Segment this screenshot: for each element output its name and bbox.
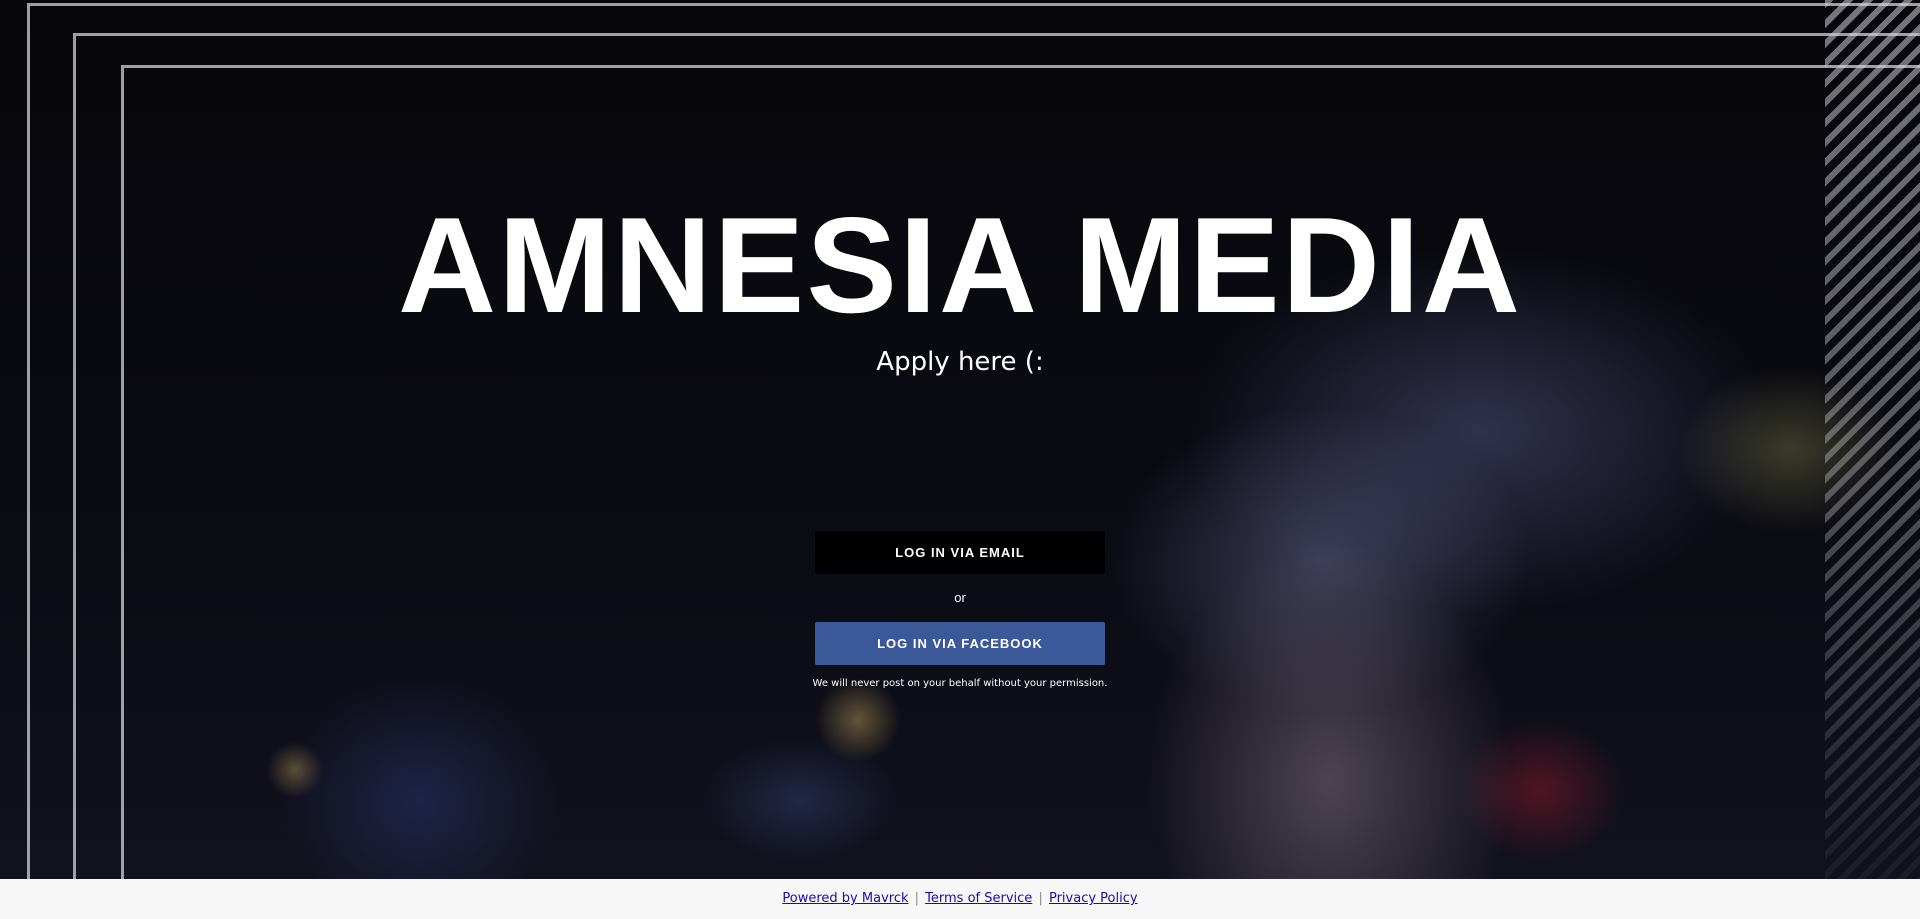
footer-separator: | <box>914 891 920 906</box>
hero-background: AMNESIA MEDIA Apply here (: LOG IN VIA E… <box>0 0 1920 879</box>
login-email-button[interactable]: LOG IN VIA EMAIL <box>815 531 1105 574</box>
or-divider-text: or <box>954 590 966 605</box>
decorative-frame-inner <box>121 65 1920 879</box>
permission-disclaimer: We will never post on your behalf withou… <box>812 678 1108 689</box>
page-title: AMNESIA MEDIA <box>397 189 1523 341</box>
footer: Powered by Mavrck | Terms of Service | P… <box>0 879 1920 919</box>
terms-of-service-link[interactable]: Terms of Service <box>925 891 1032 906</box>
powered-by-link[interactable]: Powered by Mavrck <box>782 891 908 906</box>
login-facebook-button[interactable]: LOG IN VIA FACEBOOK <box>815 622 1105 665</box>
footer-separator: | <box>1038 891 1043 906</box>
page-subtitle: Apply here (: <box>876 347 1044 377</box>
decorative-stripes <box>1825 0 1920 879</box>
privacy-policy-link[interactable]: Privacy Policy <box>1049 891 1138 906</box>
